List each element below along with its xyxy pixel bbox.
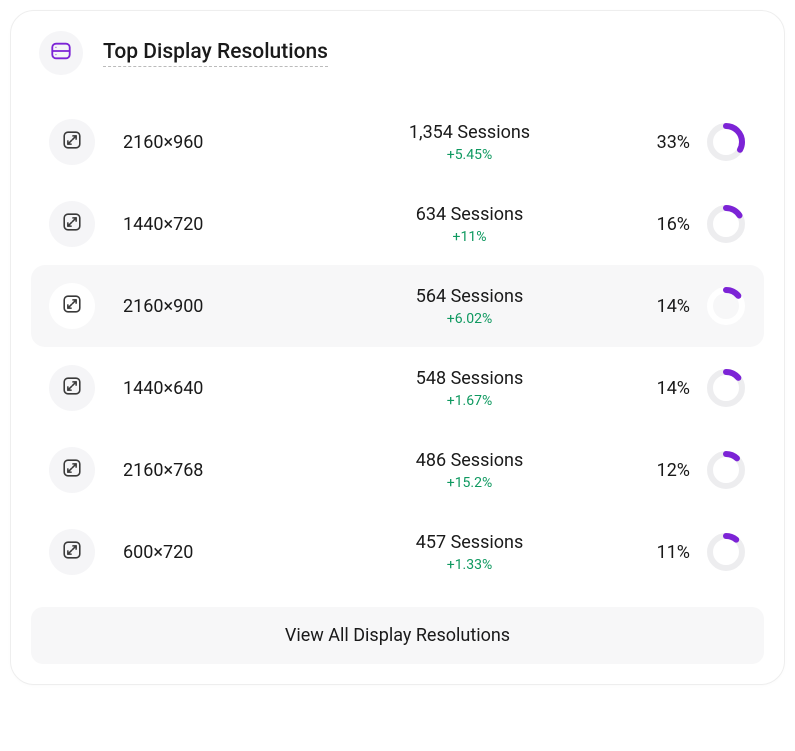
change-badge: +5.45% — [323, 147, 616, 163]
resolution-row[interactable]: 1440×640 548 Sessions +1.67% 14% — [31, 347, 764, 429]
resolution-list: 2160×9601,354 Sessions+5.45%33%1440×7206… — [31, 101, 764, 593]
sessions-column: 457 Sessions +1.33% — [323, 532, 616, 573]
change-badge: +1.33% — [323, 557, 616, 573]
resolution-label: 2160×960 — [123, 132, 323, 153]
progress-ring-icon — [706, 286, 746, 326]
sessions-count: 457 Sessions — [416, 532, 524, 553]
progress-ring-icon — [706, 204, 746, 244]
percentage-label: 14% — [657, 296, 690, 317]
expand-icon — [61, 293, 83, 319]
sessions-column: 548 Sessions +1.67% — [323, 368, 616, 409]
resolution-row[interactable]: 2160×960 1,354 Sessions +5.45% 33% — [31, 101, 764, 183]
progress-ring-icon — [706, 532, 746, 572]
change-badge: +11% — [323, 229, 616, 245]
resolutions-card: Top Display Resolutions 2160×9601,354 Se… — [10, 10, 785, 685]
expand-icon — [61, 539, 83, 565]
sessions-column: 564 Sessions +6.02% — [323, 286, 616, 327]
sessions-column: 486 Sessions +15.2% — [323, 450, 616, 491]
resolution-label: 1440×640 — [123, 378, 323, 399]
sessions-column: 634 Sessions +11% — [323, 204, 616, 245]
resolution-label: 1440×720 — [123, 214, 323, 235]
row-icon-wrap — [49, 119, 95, 165]
progress-ring-icon — [706, 450, 746, 490]
change-badge: +15.2% — [323, 475, 616, 491]
expand-icon — [61, 457, 83, 483]
percentage-column: 16% — [616, 204, 746, 244]
change-badge: +6.02% — [323, 311, 616, 327]
resolution-row[interactable]: 1440×720 634 Sessions +11% 16% — [31, 183, 764, 265]
row-icon-wrap — [49, 529, 95, 575]
display-icon — [50, 40, 72, 66]
row-icon-wrap — [49, 365, 95, 411]
percentage-label: 14% — [657, 378, 690, 399]
percentage-label: 16% — [657, 214, 690, 235]
percentage-column: 14% — [616, 286, 746, 326]
change-badge: +1.67% — [323, 393, 616, 409]
view-all-button[interactable]: View All Display Resolutions — [31, 607, 764, 664]
progress-ring-icon — [706, 122, 746, 162]
card-title: Top Display Resolutions — [103, 40, 328, 67]
sessions-count: 564 Sessions — [416, 286, 524, 307]
expand-icon — [61, 375, 83, 401]
expand-icon — [61, 211, 83, 237]
progress-ring-icon — [706, 368, 746, 408]
row-icon-wrap — [49, 447, 95, 493]
sessions-column: 1,354 Sessions +5.45% — [323, 122, 616, 163]
resolution-row[interactable]: 2160×900 564 Sessions +6.02% 14% — [31, 265, 764, 347]
sessions-count: 1,354 Sessions — [409, 122, 530, 143]
row-icon-wrap — [49, 283, 95, 329]
resolution-label: 2160×768 — [123, 460, 323, 481]
resolution-row[interactable]: 600×720 457 Sessions +1.33% 11% — [31, 511, 764, 593]
sessions-count: 548 Sessions — [416, 368, 524, 389]
percentage-label: 12% — [657, 460, 690, 481]
percentage-column: 33% — [616, 122, 746, 162]
expand-icon — [61, 129, 83, 155]
percentage-label: 33% — [657, 132, 690, 153]
percentage-column: 12% — [616, 450, 746, 490]
header-icon-wrap — [39, 31, 83, 75]
resolution-label: 2160×900 — [123, 296, 323, 317]
resolution-label: 600×720 — [123, 542, 323, 563]
percentage-column: 14% — [616, 368, 746, 408]
percentage-column: 11% — [616, 532, 746, 572]
percentage-label: 11% — [657, 542, 690, 563]
sessions-count: 486 Sessions — [416, 450, 524, 471]
sessions-count: 634 Sessions — [416, 204, 524, 225]
resolution-row[interactable]: 2160×768 486 Sessions +15.2% 12% — [31, 429, 764, 511]
row-icon-wrap — [49, 201, 95, 247]
card-header: Top Display Resolutions — [31, 31, 764, 75]
